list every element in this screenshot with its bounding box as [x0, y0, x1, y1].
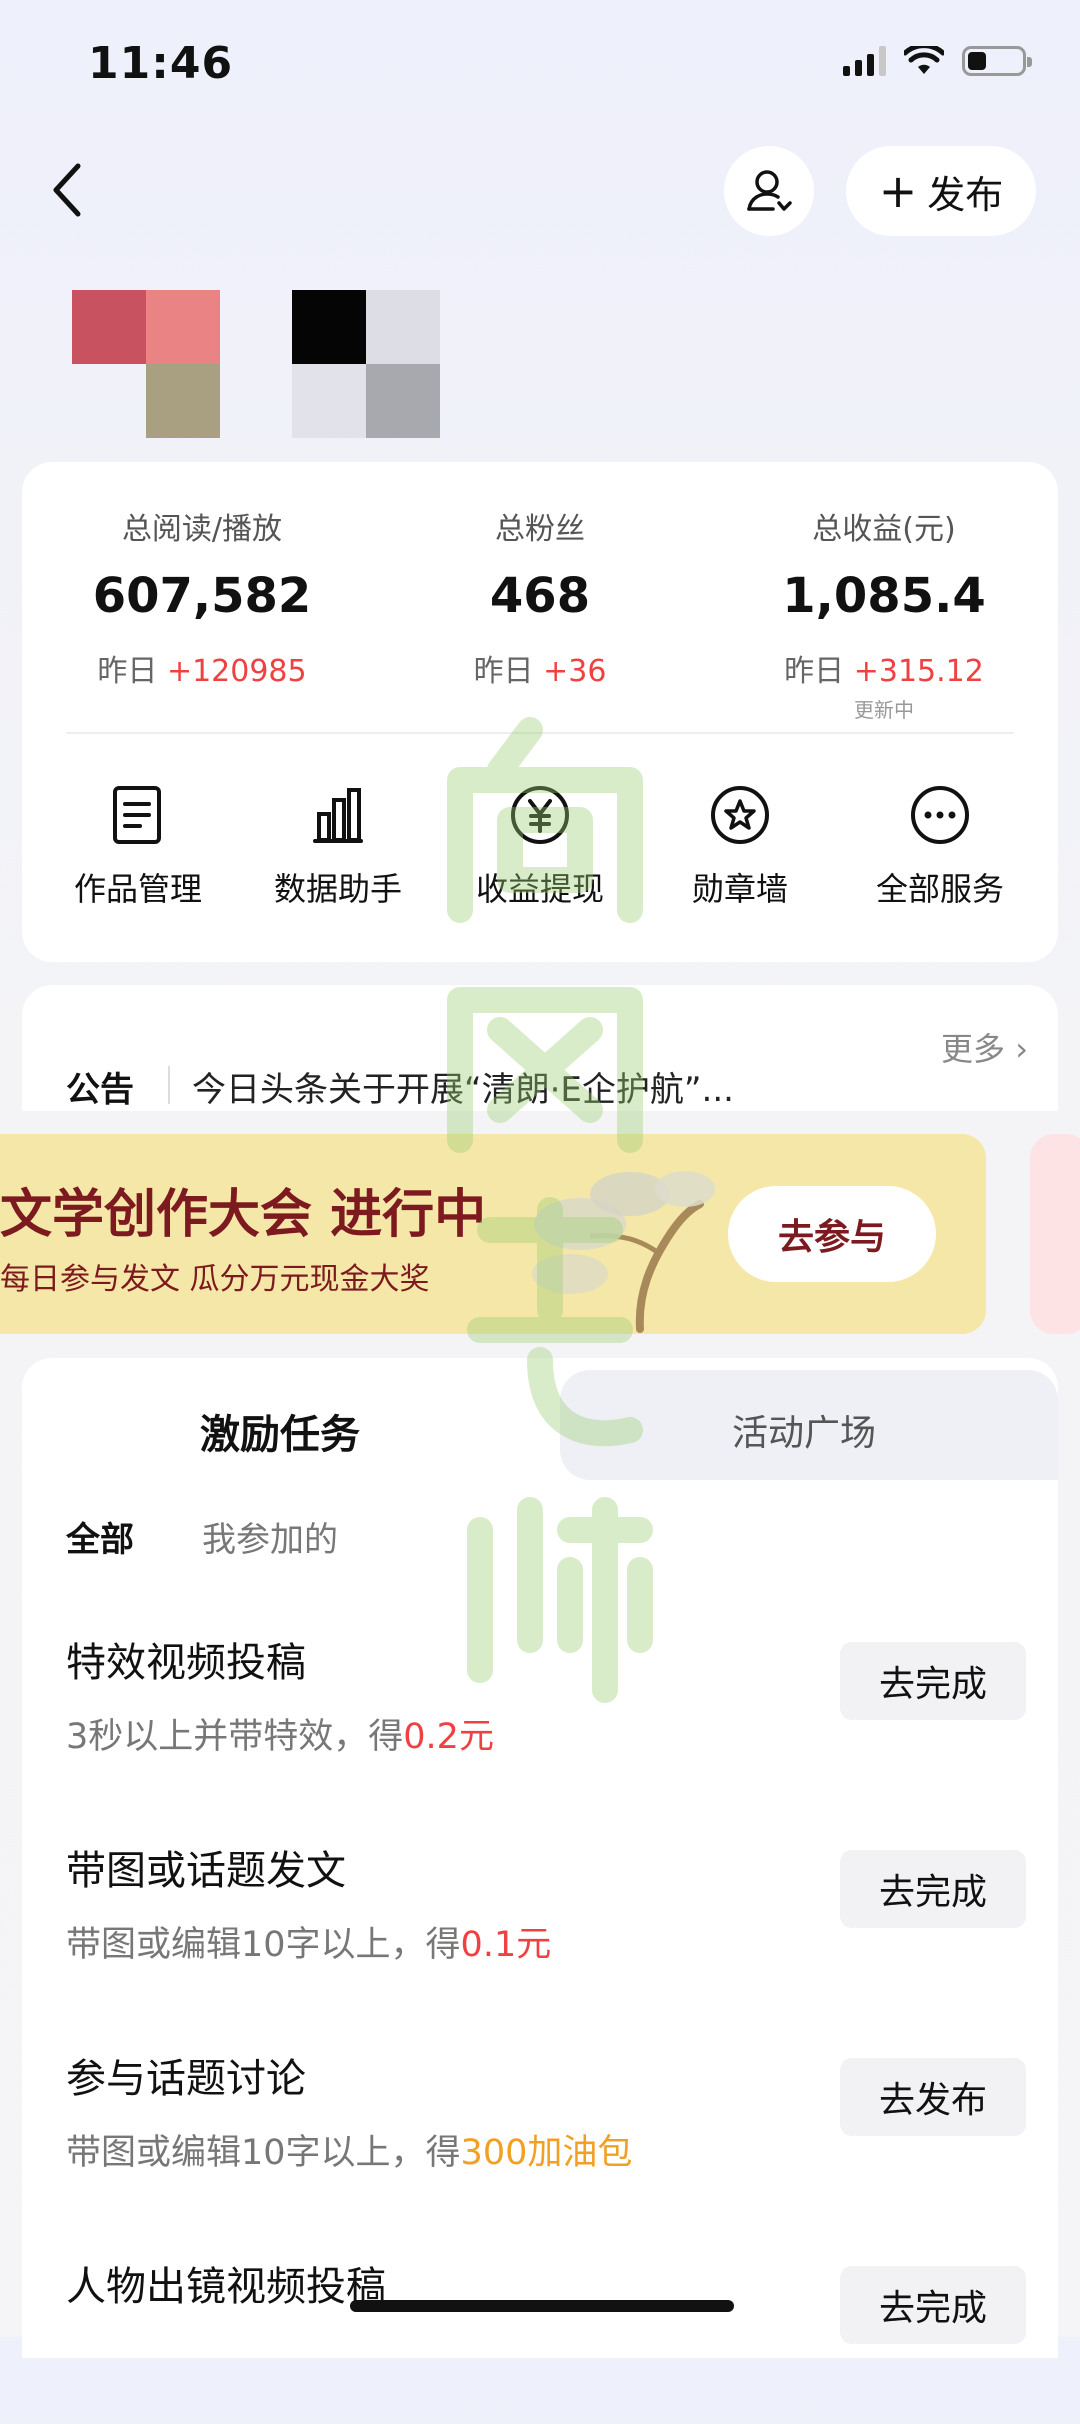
service-label: 收益提现: [475, 870, 604, 908]
divider: [168, 1066, 170, 1104]
join-button[interactable]: 去参与: [728, 1186, 936, 1282]
service-label: 数据助手: [273, 870, 402, 908]
task-item: 人物出镜视频投稿 去完成: [66, 2254, 1026, 2424]
stat-value: 1,085.4: [782, 568, 986, 624]
stats-card: 总阅读/播放 607,582 昨日 +120985 总粉丝 468 昨日 +36…: [22, 462, 1058, 962]
banner-title: 文学创作大会 进行中: [0, 1185, 487, 1245]
task-action-button[interactable]: 去完成: [840, 1850, 1026, 1928]
service-label: 全部服务: [875, 870, 1004, 908]
task-item: 参与话题讨论 带图或编辑10字以上，得300加油包 去发布: [66, 2046, 1026, 2216]
stat-label: 总收益(元): [812, 512, 956, 547]
service-label: 勋章墙: [691, 870, 788, 908]
filter-joined[interactable]: 我参加的: [202, 1512, 338, 1561]
home-indicator[interactable]: [350, 2300, 734, 2312]
notice-text[interactable]: 今日头条关于开展“清朗·E企护航”...: [192, 1062, 734, 1111]
stat-label: 总阅读/播放: [121, 512, 283, 547]
stat-yesterday: 昨日 +36: [473, 654, 607, 689]
stat-value: 607,582: [92, 568, 312, 624]
status-icons: [843, 46, 1032, 76]
bar-chart-icon: [313, 788, 363, 843]
task-item: 带图或话题发文 带图或编辑10字以上，得0.1元 去完成: [66, 1838, 1026, 2008]
task-item: 特效视频投稿 3秒以上并带特效，得0.2元 去完成: [66, 1630, 1026, 1800]
back-arrow-icon[interactable]: [44, 160, 94, 220]
user-avatar-mosaic: [72, 290, 442, 438]
tab-activity-square[interactable]: 活动广场: [732, 1404, 876, 1456]
battery-icon: [962, 46, 1032, 76]
task-action-button[interactable]: 去完成: [840, 2266, 1026, 2344]
publish-label: 发布: [927, 172, 1004, 217]
service-data-assistant[interactable]: 数据助手: [238, 780, 438, 910]
tab-incentive-tasks[interactable]: 激励任务: [200, 1402, 360, 1460]
stat-yesterday: 昨日 +120985: [97, 654, 307, 689]
divider: [66, 732, 1014, 734]
medal-star-icon: [711, 786, 769, 844]
cellular-signal-icon: [843, 46, 886, 76]
stat-value: 468: [489, 568, 591, 624]
service-works-management[interactable]: 作品管理: [38, 780, 238, 910]
task-action-button[interactable]: 去完成: [840, 1642, 1026, 1720]
banner-subtitle: 每日参与发文 瓜分万元现金大奖: [0, 1262, 430, 1297]
stat-total-reads[interactable]: 总阅读/播放 607,582 昨日 +120985: [52, 504, 352, 690]
notice-more-link[interactable]: 更多 ›: [941, 1024, 1028, 1070]
task-action-button[interactable]: 去发布: [840, 2058, 1026, 2136]
pine-tree-illustration: [532, 1171, 715, 1333]
wifi-icon: [904, 46, 944, 74]
more-dots-icon: [911, 786, 969, 844]
publish-button[interactable]: + 发布: [846, 146, 1036, 236]
chevron-right-icon: ›: [1015, 1030, 1028, 1068]
filter-all[interactable]: 全部: [66, 1512, 134, 1561]
updating-note: 更新中: [854, 698, 914, 722]
service-all-services[interactable]: 全部服务: [840, 780, 1040, 910]
stat-total-earnings[interactable]: 总收益(元) 1,085.4 昨日 +315.12 更新中: [734, 504, 1034, 723]
notice-label: 公告: [66, 1070, 134, 1110]
stat-label: 总粉丝: [495, 512, 585, 547]
stat-yesterday: 昨日 +315.12: [784, 654, 984, 689]
service-label: 作品管理: [73, 870, 202, 908]
service-medal-wall[interactable]: 勋章墙: [640, 780, 840, 910]
plus-icon: +: [878, 164, 918, 218]
status-time: 11:46: [88, 38, 234, 89]
service-withdraw-earnings[interactable]: 收益提现: [440, 780, 640, 910]
document-icon: [113, 786, 161, 844]
yuan-coin-icon: [511, 786, 569, 844]
next-banner-peek[interactable]: [1030, 1134, 1080, 1334]
stat-total-fans[interactable]: 总粉丝 468 昨日 +36: [390, 504, 690, 690]
account-switch-button[interactable]: [724, 146, 814, 236]
user-switch-icon: [747, 170, 792, 211]
